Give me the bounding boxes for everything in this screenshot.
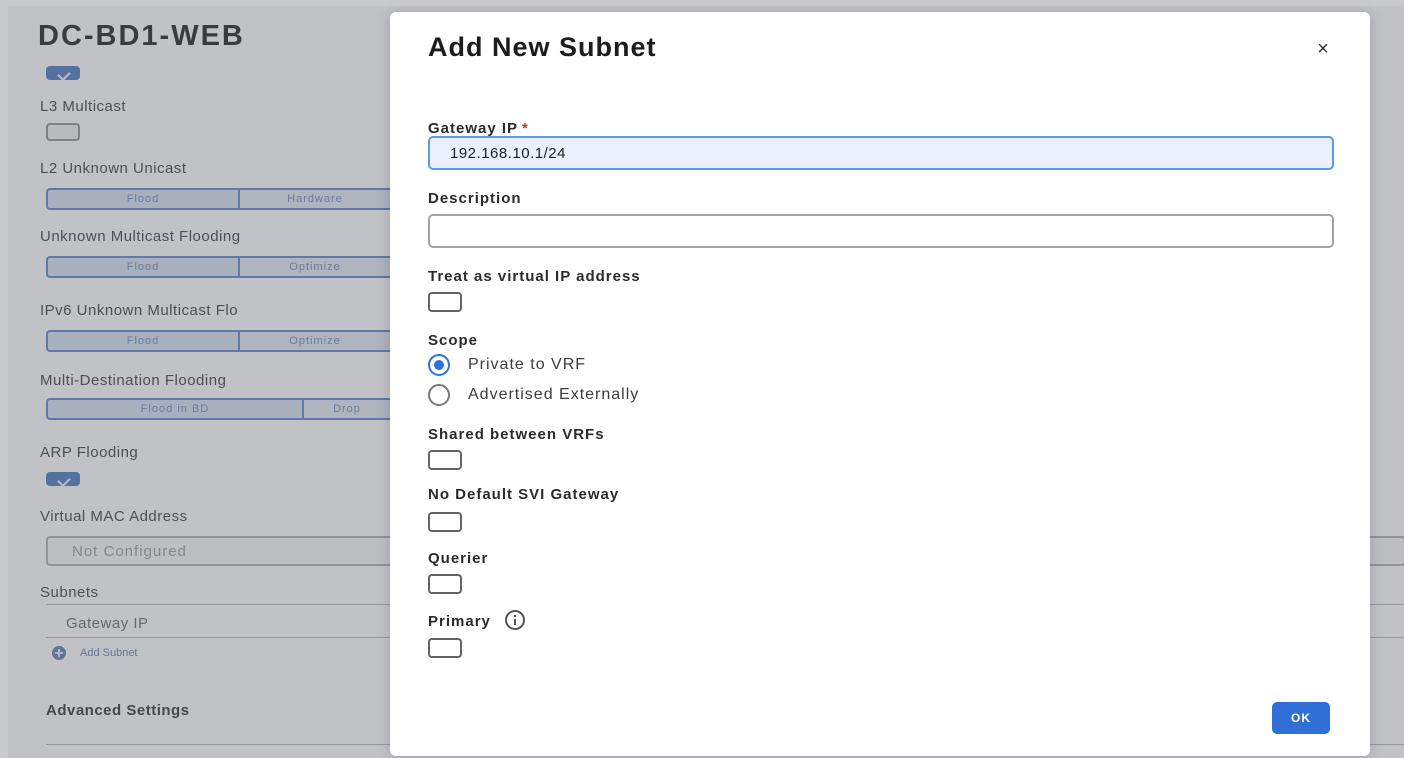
scope-option-private[interactable]: Private to VRF: [428, 354, 586, 376]
scope-private-label: Private to VRF: [468, 356, 587, 373]
unknown-multicast-optimize-option[interactable]: Optimize: [240, 256, 392, 278]
querier-label: Querier: [428, 550, 489, 567]
treat-virtual-ip-label: Treat as virtual IP address: [428, 268, 641, 285]
l3-multicast-label: L3 Multicast: [40, 98, 127, 115]
multi-dest-drop-option[interactable]: Drop: [304, 398, 392, 420]
unknown-multicast-flooding-label: Unknown Multicast Flooding: [40, 228, 241, 245]
multi-dest-flood-in-bd-option[interactable]: Flood in BD: [46, 398, 304, 420]
ipv6-unknown-multicast-segmented: Flood Optimize: [46, 330, 392, 352]
description-label: Description: [428, 190, 522, 207]
shared-between-vrfs-checkbox[interactable]: [428, 450, 462, 470]
unknown-multicast-flood-option[interactable]: Flood: [46, 256, 240, 278]
multi-destination-flooding-label: Multi-Destination Flooding: [40, 372, 227, 389]
bridge-domain-title: DC-BD1-WEB: [38, 20, 245, 52]
primary-label: Primary: [428, 610, 525, 632]
scope-option-advertised[interactable]: Advertised Externally: [428, 384, 639, 406]
required-indicator: *: [522, 120, 529, 137]
screen: DC-BD1-WEB L3 Multicast L2 Unknown Unica…: [0, 0, 1404, 758]
l2-unknown-unicast-label: L2 Unknown Unicast: [40, 160, 187, 177]
add-subnet-dialog: Add New Subnet × Gateway IP* Description…: [390, 12, 1370, 756]
querier-checkbox[interactable]: [428, 574, 462, 594]
scope-advertised-label: Advertised Externally: [468, 386, 640, 403]
arp-flooding-label: ARP Flooding: [40, 444, 139, 461]
close-icon[interactable]: ×: [1314, 39, 1332, 59]
description-input[interactable]: [428, 214, 1334, 248]
no-default-svi-checkbox[interactable]: [428, 512, 462, 532]
advanced-settings-heading[interactable]: Advanced Settings: [46, 702, 190, 719]
primary-label-text: Primary: [428, 612, 491, 630]
radio-unselected-icon: [428, 384, 450, 406]
add-subnet-link[interactable]: Add Subnet: [52, 646, 138, 660]
info-icon[interactable]: [504, 610, 525, 630]
primary-checkbox[interactable]: [428, 638, 462, 658]
radio-selected-icon: [428, 354, 450, 376]
l2-unknown-unicast-segmented: Flood Hardware: [46, 188, 392, 210]
ipv6-unknown-multicast-label: IPv6 Unknown Multicast Flo: [40, 302, 239, 319]
subnets-gateway-column: Gateway IP: [66, 615, 149, 632]
l2-unicast-flood-option[interactable]: Flood: [46, 188, 240, 210]
no-default-svi-label: No Default SVI Gateway: [428, 486, 620, 503]
arp-flooding-checkbox[interactable]: [46, 472, 80, 486]
ok-button[interactable]: OK: [1272, 702, 1330, 734]
gateway-ip-label-text: Gateway IP: [428, 120, 519, 137]
shared-between-vrfs-label: Shared between VRFs: [428, 426, 605, 443]
scope-label: Scope: [428, 332, 479, 349]
treat-virtual-ip-checkbox[interactable]: [428, 292, 462, 312]
ipv6-multicast-flood-option[interactable]: Flood: [46, 330, 240, 352]
subnets-label: Subnets: [40, 584, 99, 601]
gateway-ip-label: Gateway IP *: [428, 120, 529, 137]
l2-unicast-hardware-option[interactable]: Hardware: [240, 188, 392, 210]
ipv6-multicast-optimize-option[interactable]: Optimize: [240, 330, 392, 352]
multi-destination-segmented: Flood in BD Drop: [46, 398, 392, 420]
bg-toggle-checkbox[interactable]: [46, 66, 80, 80]
dialog-title: Add New Subnet: [428, 32, 657, 62]
virtual-mac-label: Virtual MAC Address: [40, 508, 188, 525]
l3-multicast-checkbox[interactable]: [46, 123, 80, 141]
unknown-multicast-segmented: Flood Optimize: [46, 256, 392, 278]
add-subnet-label: Add Subnet: [80, 647, 138, 659]
add-circle-icon: [52, 646, 66, 660]
gateway-ip-input[interactable]: [428, 136, 1334, 170]
